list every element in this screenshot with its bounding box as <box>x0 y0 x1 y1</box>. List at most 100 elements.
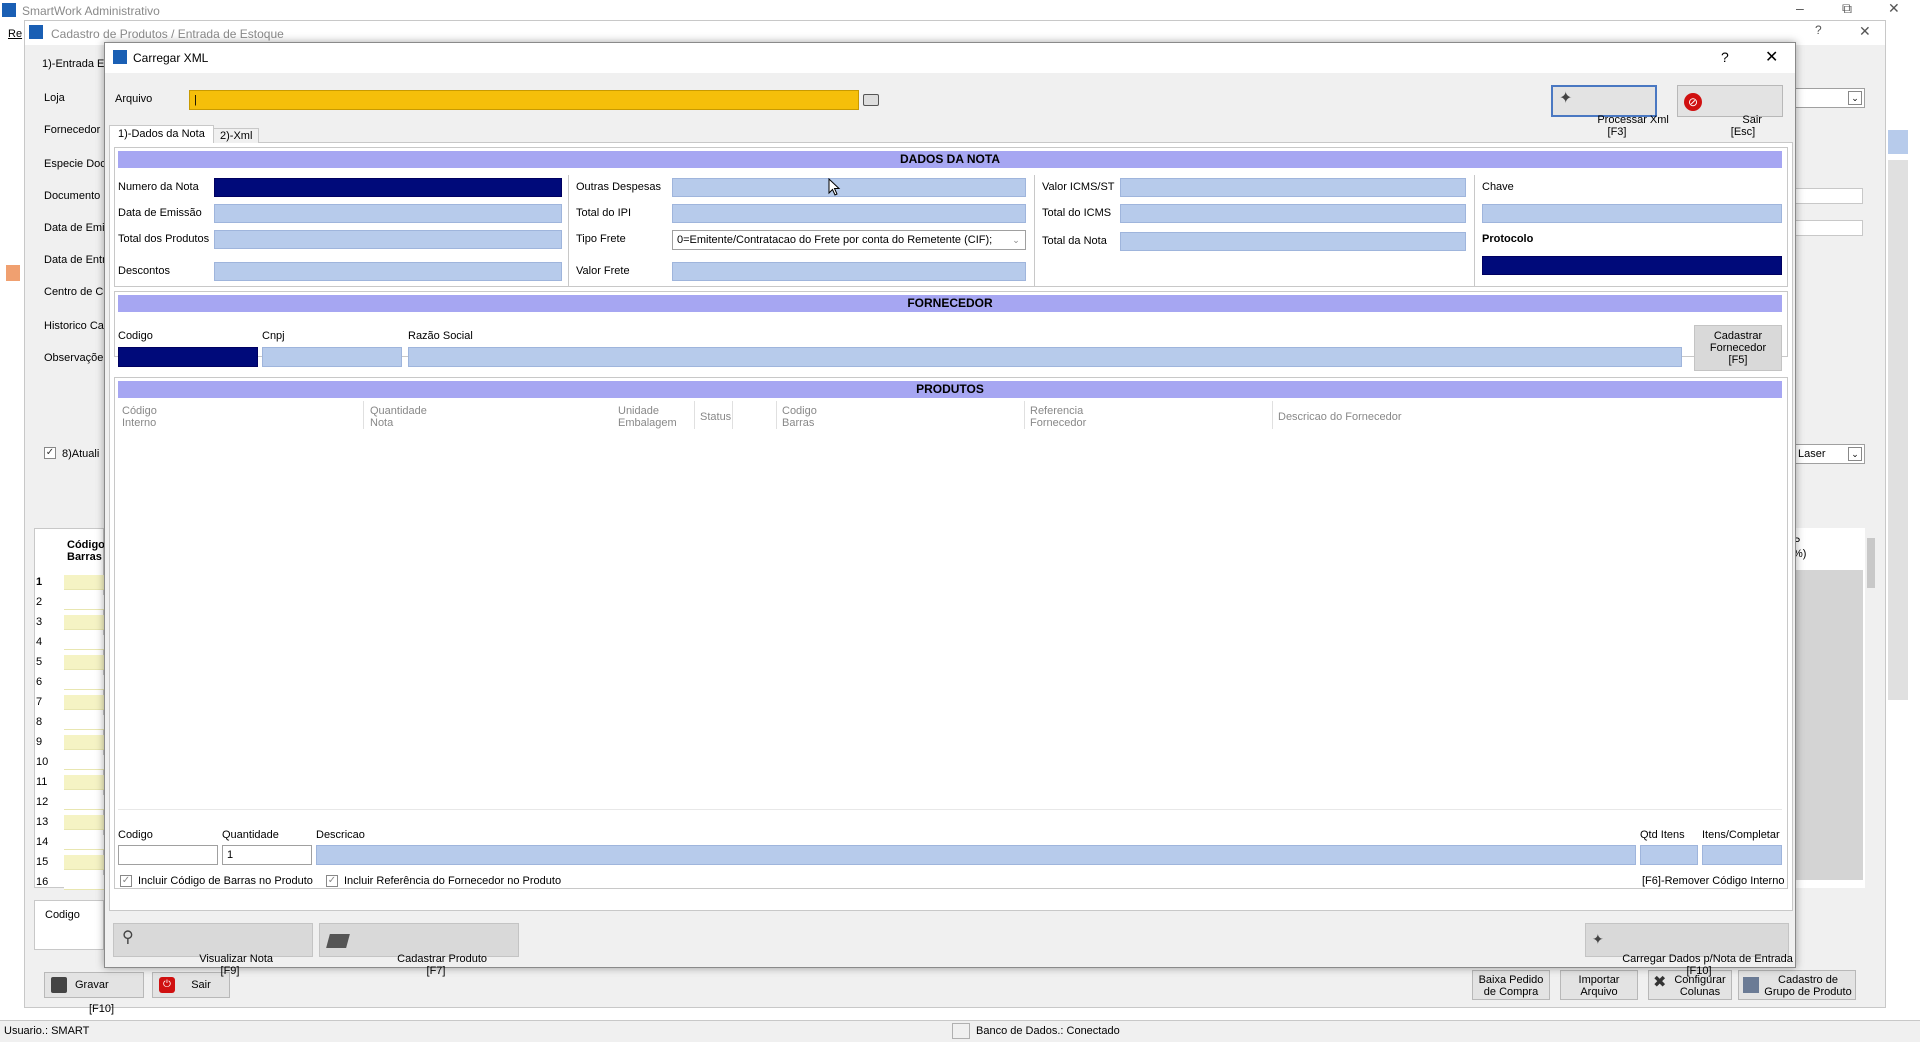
bg-row-cell[interactable] <box>64 815 104 830</box>
dialog-title: Carregar XML <box>133 51 209 65</box>
restore-icon[interactable]: ⧉ <box>1842 0 1852 17</box>
bg-label-centro: Centro de Cu <box>44 286 110 298</box>
incluir-barras-checkbox[interactable]: ✓ <box>120 875 132 887</box>
label-descontos: Descontos <box>118 265 170 277</box>
close-icon[interactable]: ✕ <box>1888 0 1900 17</box>
total-icms-field[interactable] <box>1120 204 1466 223</box>
col-referencia-fornecedor[interactable]: Referencia Fornecedor <box>1030 405 1086 429</box>
dialog-titlebar: Carregar XML ? ✕ <box>105 43 1795 73</box>
bg-row-cell[interactable] <box>64 715 104 730</box>
arquivo-input[interactable]: | <box>189 90 859 110</box>
dialog-sair-button[interactable]: ⊘ Sair [Esc] <box>1677 85 1783 138</box>
codigo-input[interactable] <box>118 845 218 865</box>
bg-row-cell[interactable] <box>64 835 104 850</box>
cadastrar-fornecedor-button[interactable]: Cadastrar Fornecedor [F5] <box>1694 325 1782 371</box>
arquivo-label: Arquivo <box>115 93 153 105</box>
bg-sair-button[interactable]: ⏻ Sair <box>152 972 230 998</box>
protocolo-field[interactable] <box>1482 256 1782 275</box>
tipo-frete-select[interactable]: 0=Emitente/Contratacao do Frete por cont… <box>672 230 1026 250</box>
minimize-icon[interactable]: – <box>1796 0 1804 16</box>
col-codigo-barras[interactable]: Codigo Barras <box>782 405 817 429</box>
bg-right-dropdown2-arrow-icon: ⌄ <box>1848 447 1862 461</box>
total-nota-field[interactable] <box>1120 232 1466 251</box>
quantidade-input[interactable]: 1 <box>222 845 312 865</box>
fornecedor-razao-field[interactable] <box>408 347 1682 367</box>
fornecedor-cnpj-field[interactable] <box>262 347 402 367</box>
qtd-itens-field[interactable] <box>1640 845 1698 865</box>
bg-row-number: 15 <box>36 856 49 868</box>
baixa-pedido-button[interactable]: Baixa Pedido de Compra <box>1472 970 1550 1000</box>
itens-completar-field[interactable] <box>1702 845 1782 865</box>
bg-row-cell[interactable] <box>64 575 104 590</box>
bg-row-cell[interactable] <box>64 595 104 610</box>
col-unidade-embalagem[interactable]: Unidade Embalagem <box>618 405 677 429</box>
grid-hscroll[interactable] <box>118 809 1782 817</box>
carregar-dados-button[interactable]: ✦ Carregar Dados p/Nota de Entrada [F10] <box>1585 923 1793 977</box>
browse-file-button[interactable] <box>861 90 881 110</box>
bg-row-cell[interactable] <box>64 655 104 670</box>
col-status[interactable]: Status <box>700 411 731 423</box>
bg-row-number: 9 <box>36 736 43 748</box>
magnifier-icon: ⚲ <box>122 929 134 946</box>
numero-nota-field[interactable] <box>214 178 562 197</box>
bg-row-number: 10 <box>36 756 49 768</box>
tab-dados-nota[interactable]: 1)-Dados da Nota <box>109 125 214 143</box>
bg-right-dropdown[interactable]: Laser ⌄ <box>1793 444 1865 464</box>
chave-field[interactable] <box>1482 204 1782 223</box>
bg-row-cell[interactable] <box>64 795 104 810</box>
menu-item-first[interactable]: Re <box>8 28 22 40</box>
bg-row-cell[interactable] <box>64 875 104 890</box>
importar-arquivo-button[interactable]: Importar Arquivo <box>1560 970 1638 1000</box>
cadastrar-produto-button[interactable]: Cadastrar Produto [F7] <box>319 923 519 977</box>
app-title: SmartWork Administrativo <box>22 4 160 18</box>
bg-right-field-2 <box>1793 220 1863 236</box>
valor-icms-st-field[interactable] <box>1120 178 1466 197</box>
cadastro-grupo-button[interactable]: Cadastro de Grupo de Produto <box>1738 970 1856 1000</box>
incluir-barras-label: Incluir Código de Barras no Produto <box>138 875 313 887</box>
bg-scrollbar[interactable] <box>1866 528 1876 888</box>
processar-xml-button[interactable]: ✦ Processar Xml [F3] <box>1551 85 1669 138</box>
total-ipi-field[interactable] <box>672 204 1026 223</box>
col-sep-3 <box>694 401 695 429</box>
tab-xml[interactable]: 2)-Xml <box>213 128 260 143</box>
bg-row-cell[interactable] <box>64 735 104 750</box>
bg-row-cell[interactable] <box>64 775 104 790</box>
bg-close-icon[interactable]: ✕ <box>1859 23 1871 40</box>
bg-row-cell[interactable] <box>64 615 104 630</box>
bg-label-data-entr: Data de Entr <box>44 254 106 266</box>
col-codigo-interno[interactable]: Código Interno <box>122 405 157 429</box>
bg-scrollbar-thumb[interactable] <box>1867 538 1875 588</box>
bg-row-number: 1 <box>36 576 43 588</box>
bg-row-cell[interactable] <box>64 755 104 770</box>
dialog-close-icon[interactable]: ✕ <box>1765 47 1778 67</box>
gravar-button[interactable]: Gravar [F10] <box>44 972 144 1015</box>
fornecedor-codigo-field[interactable] <box>118 347 258 367</box>
bg-row-cell[interactable] <box>64 695 104 710</box>
divider-1 <box>568 175 569 287</box>
valor-frete-field[interactable] <box>672 262 1026 281</box>
incluir-referencia-checkbox[interactable]: ✓ <box>326 875 338 887</box>
bg-checkbox[interactable]: ✓ <box>44 447 56 459</box>
bg-tab[interactable]: 1)-Entrada Es <box>42 58 110 70</box>
bg-help-icon[interactable]: ? <box>1815 23 1822 37</box>
bg-row-cell[interactable] <box>64 635 104 650</box>
bg-label-documento: Documento <box>44 190 101 202</box>
col-quantidade-nota[interactable]: Quantidade Nota <box>370 405 427 429</box>
total-produtos-field[interactable] <box>214 230 562 249</box>
remover-codigo-label[interactable]: [F6]-Remover Código Interno <box>1642 875 1784 887</box>
outras-despesas-field[interactable] <box>672 178 1026 197</box>
visualizar-nota-button[interactable]: ⚲ Visualizar Nota [F9] <box>113 923 313 977</box>
descricao-field[interactable] <box>316 845 1636 865</box>
data-emissao-field[interactable] <box>214 204 562 223</box>
bg-row-cell[interactable] <box>64 675 104 690</box>
descontos-field[interactable] <box>214 262 562 281</box>
produtos-grid[interactable]: Código Interno Quantidade Nota Unidade E… <box>118 399 1782 817</box>
bg-right-dropdown-top[interactable]: ⌄ <box>1793 88 1865 108</box>
bg-row-number: 6 <box>36 676 43 688</box>
bg-row-number: 7 <box>36 696 43 708</box>
dialog-help-icon[interactable]: ? <box>1721 49 1729 65</box>
col-descricao-fornecedor[interactable]: Descricao do Fornecedor <box>1278 411 1402 423</box>
bg-row-cell[interactable] <box>64 855 104 870</box>
produtos-grid-header: Código Interno Quantidade Nota Unidade E… <box>118 399 1782 431</box>
bg-row-number: 2 <box>36 596 43 608</box>
